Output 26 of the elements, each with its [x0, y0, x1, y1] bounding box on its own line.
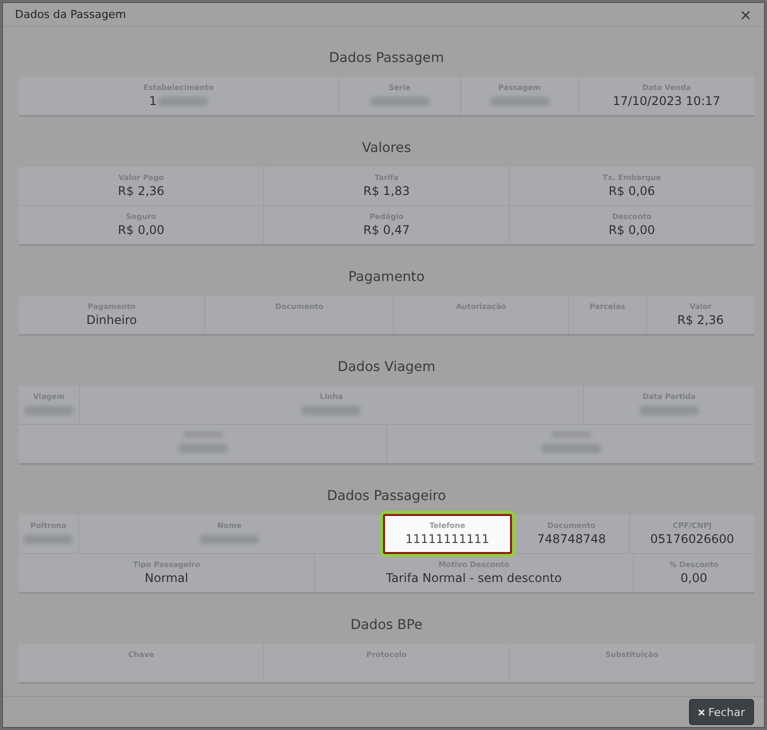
- close-button[interactable]: Fechar: [689, 699, 754, 726]
- field-value: 11111111111: [405, 532, 490, 546]
- field-value: R$ 0,00: [118, 223, 164, 238]
- field-value: Tarifa Normal - sem desconto: [386, 571, 562, 586]
- field-value: R$ 0,06: [608, 184, 656, 198]
- field-value: Dinheiro: [86, 313, 137, 328]
- field-value: 748748748: [537, 532, 606, 546]
- field-value: 05176026600: [650, 532, 734, 546]
- field-value: 17/10/2023 10:17: [612, 94, 720, 108]
- field-value: R$ 0,47: [363, 223, 410, 238]
- section-title: Valores: [360, 139, 412, 158]
- section-title: Dados Passageiro: [326, 487, 448, 506]
- section-title: Dados Viagem: [336, 358, 436, 378]
- section-title: Dados Passagem: [328, 49, 445, 68]
- field-value: R$ 2,36: [677, 313, 724, 328]
- dialog-title: Dados da Passagem: [15, 8, 126, 22]
- field-value: R$ 1,83: [363, 184, 410, 198]
- field-value: R$ 2,36: [118, 184, 164, 198]
- close-button[interactable]: ×: [739, 6, 752, 24]
- section-title: Dados BPe: [349, 616, 424, 636]
- field-value: 1: [149, 94, 157, 108]
- section-title: Pagamento: [347, 268, 426, 288]
- close-icon: [698, 708, 706, 716]
- field-value: 0,00: [680, 571, 708, 586]
- field-value: Normal: [144, 571, 188, 586]
- field-value: R$ 0,00: [608, 223, 656, 238]
